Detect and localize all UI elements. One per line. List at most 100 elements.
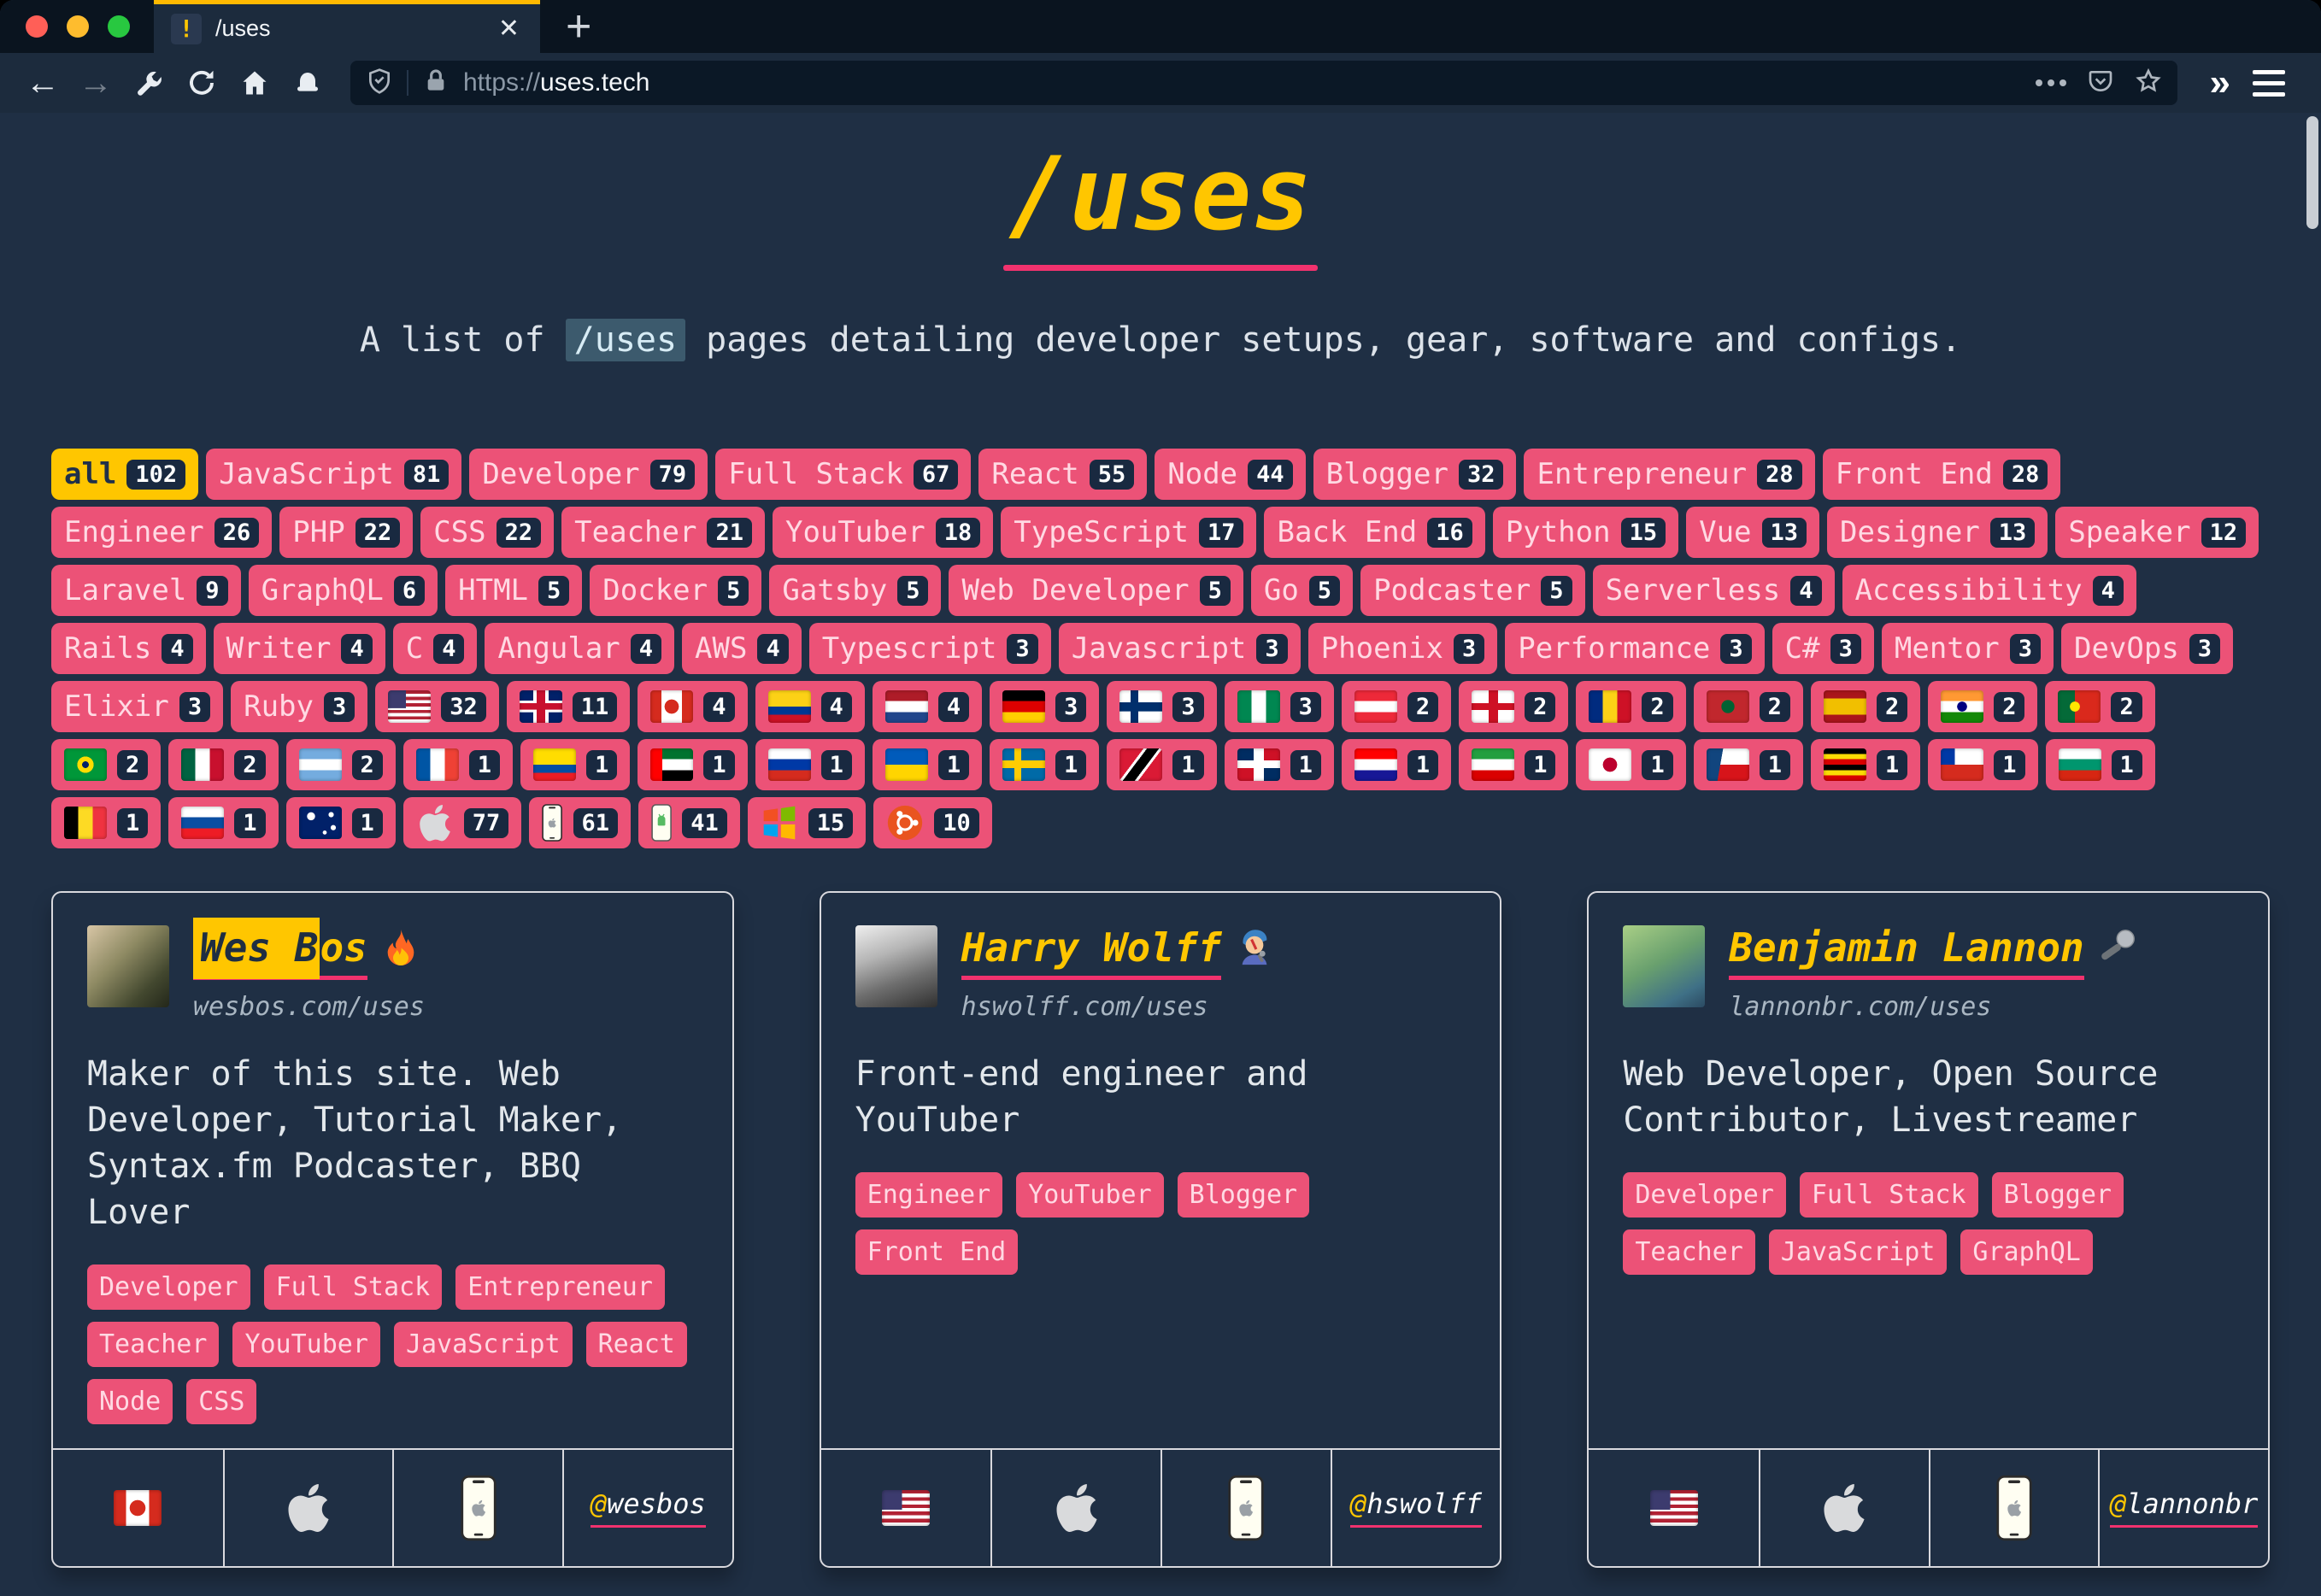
profile-tag-engineer[interactable]: Engineer xyxy=(855,1172,1003,1218)
filter-flag-nigeria[interactable]: 3 xyxy=(1225,681,1334,732)
filter-flag-ukraine[interactable]: 1 xyxy=(873,739,982,790)
filter-flag-iran[interactable]: 1 xyxy=(1459,739,1568,790)
filter-writer[interactable]: Writer4 xyxy=(214,623,385,674)
filter-flag-romania[interactable]: 2 xyxy=(1576,681,1685,732)
home-button[interactable] xyxy=(232,61,277,105)
filter-apple[interactable]: 77 xyxy=(403,797,522,848)
filter-iphone[interactable]: 61 xyxy=(529,797,631,848)
filter-typescript[interactable]: Typescript3 xyxy=(809,623,1051,674)
filter-flag-argentina[interactable]: 2 xyxy=(286,739,396,790)
filter-mentor[interactable]: Mentor3 xyxy=(1882,623,2054,674)
tracking-shield-icon[interactable] xyxy=(366,67,393,99)
filter-gatsby[interactable]: Gatsby5 xyxy=(769,565,941,616)
filter-ruby[interactable]: Ruby3 xyxy=(231,681,367,732)
filter-flag-russia[interactable]: 1 xyxy=(755,739,865,790)
profile-tag-css[interactable]: CSS xyxy=(186,1379,256,1424)
filter-flag-australia[interactable]: 1 xyxy=(286,797,396,848)
filter-docker[interactable]: Docker5 xyxy=(590,565,761,616)
filter-flag-austria[interactable]: 2 xyxy=(1342,681,1451,732)
filter-graphql[interactable]: GraphQL6 xyxy=(249,565,438,616)
url-text[interactable]: https://uses.tech xyxy=(463,68,2022,97)
filter-windows[interactable]: 15 xyxy=(748,797,867,848)
filter-flag-united-kingdom[interactable]: 11 xyxy=(507,681,631,732)
filter-flag-trinidad-and-tobago[interactable]: 1 xyxy=(1107,739,1216,790)
menu-hamburger-icon[interactable] xyxy=(2253,70,2285,97)
zoom-window-button[interactable] xyxy=(108,15,130,38)
filter-serverless[interactable]: Serverless4 xyxy=(1593,565,1835,616)
minimize-window-button[interactable] xyxy=(67,15,89,38)
filter-podcaster[interactable]: Podcaster5 xyxy=(1360,565,1585,616)
filter-go[interactable]: Go5 xyxy=(1251,565,1353,616)
filter-rails[interactable]: Rails4 xyxy=(51,623,206,674)
filter-typescript[interactable]: TypeScript17 xyxy=(1001,507,1256,558)
filter-flag-finland[interactable]: 3 xyxy=(1107,681,1216,732)
profile-tag-teacher[interactable]: Teacher xyxy=(1623,1229,1754,1275)
filter-flag-netherlands[interactable]: 4 xyxy=(873,681,982,732)
profile-name-link[interactable]: Wes Bos xyxy=(193,925,367,980)
profile-tag-javascript[interactable]: JavaScript xyxy=(394,1322,573,1367)
filter-javascript[interactable]: JavaScript81 xyxy=(206,449,461,500)
profile-uses-url[interactable]: wesbos.com/uses xyxy=(193,992,425,1022)
filter-accessibility[interactable]: Accessibility4 xyxy=(1842,565,2136,616)
filter-flag-germany[interactable]: 3 xyxy=(990,681,1099,732)
page-actions-ellipsis-icon[interactable] xyxy=(2036,79,2066,86)
profile-tag-react[interactable]: React xyxy=(586,1322,687,1367)
filter-javascript[interactable]: Javascript3 xyxy=(1059,623,1301,674)
hat-extension-icon[interactable] xyxy=(285,61,330,105)
filter-flag-india[interactable]: 2 xyxy=(1928,681,2037,732)
filter-flag-uganda[interactable]: 1 xyxy=(1811,739,1920,790)
close-window-button[interactable] xyxy=(26,15,48,38)
profile-tag-entrepreneur[interactable]: Entrepreneur xyxy=(455,1264,665,1310)
profile-tag-graphql[interactable]: GraphQL xyxy=(1960,1229,2092,1275)
filter-flag-ecuador[interactable]: 1 xyxy=(520,739,630,790)
filter-vue[interactable]: Vue13 xyxy=(1686,507,1819,558)
filter-c-[interactable]: C#3 xyxy=(1772,623,1874,674)
filter-angular[interactable]: Angular4 xyxy=(485,623,674,674)
filter-ubuntu[interactable]: 10 xyxy=(873,797,992,848)
url-bar[interactable]: https://uses.tech xyxy=(350,61,2177,105)
filter-web-developer[interactable]: Web Developer5 xyxy=(949,565,1243,616)
profile-tag-youtuber[interactable]: YouTuber xyxy=(232,1322,380,1367)
profile-tag-full-stack[interactable]: Full Stack xyxy=(1800,1172,1978,1218)
profile-tag-developer[interactable]: Developer xyxy=(1623,1172,1786,1218)
filter-engineer[interactable]: Engineer26 xyxy=(51,507,272,558)
profile-name-link[interactable]: Harry Wolff xyxy=(961,925,1222,980)
lock-icon[interactable] xyxy=(422,67,450,99)
profile-uses-url[interactable]: hswolff.com/uses xyxy=(961,992,1275,1022)
filter-laravel[interactable]: Laravel9 xyxy=(51,565,241,616)
bookmark-star-icon[interactable] xyxy=(2135,67,2162,99)
filter-css[interactable]: CSS22 xyxy=(420,507,554,558)
twitter-handle-link[interactable]: @lannonbr xyxy=(2110,1487,2258,1528)
profile-tag-full-stack[interactable]: Full Stack xyxy=(264,1264,443,1310)
filter-php[interactable]: PHP22 xyxy=(279,507,413,558)
profile-tag-blogger[interactable]: Blogger xyxy=(1178,1172,1309,1218)
toolbar-overflow-icon[interactable]: » xyxy=(2210,62,2225,104)
filter-designer[interactable]: Designer13 xyxy=(1827,507,2048,558)
filter-flag-croatia[interactable]: 1 xyxy=(1342,739,1451,790)
filter-blogger[interactable]: Blogger32 xyxy=(1313,449,1517,500)
filter-android[interactable]: 41 xyxy=(638,797,740,848)
profile-tag-node[interactable]: Node xyxy=(87,1379,173,1424)
forward-button[interactable]: → xyxy=(73,61,118,105)
tab-close-icon[interactable]: ✕ xyxy=(495,14,523,44)
pocket-icon[interactable] xyxy=(2087,67,2114,99)
filter-flag-spain[interactable]: 2 xyxy=(1811,681,1920,732)
filter-teacher[interactable]: Teacher21 xyxy=(561,507,765,558)
filter-flag-dominican-republic[interactable]: 1 xyxy=(1225,739,1334,790)
filter-entrepreneur[interactable]: Entrepreneur28 xyxy=(1524,449,1814,500)
twitter-handle-link[interactable]: @hswolff xyxy=(1350,1487,1482,1528)
browser-tab-uses[interactable]: ! /uses ✕ xyxy=(154,0,540,53)
filter-c[interactable]: C4 xyxy=(393,623,478,674)
profile-tag-blogger[interactable]: Blogger xyxy=(1992,1172,2124,1218)
filter-flag-belgium[interactable]: 1 xyxy=(51,797,161,848)
back-button[interactable]: ← xyxy=(21,61,65,105)
filter-node[interactable]: Node44 xyxy=(1155,449,1305,500)
filter-html[interactable]: HTML5 xyxy=(445,565,582,616)
filter-front-end[interactable]: Front End28 xyxy=(1823,449,2061,500)
filter-full-stack[interactable]: Full Stack67 xyxy=(715,449,971,500)
filter-developer[interactable]: Developer79 xyxy=(469,449,708,500)
filter-performance[interactable]: Performance3 xyxy=(1505,623,1764,674)
filter-flag-portugal[interactable]: 2 xyxy=(2045,681,2154,732)
profile-name-link[interactable]: Benjamin Lannon xyxy=(1729,925,2083,980)
filter-phoenix[interactable]: Phoenix3 xyxy=(1308,623,1498,674)
